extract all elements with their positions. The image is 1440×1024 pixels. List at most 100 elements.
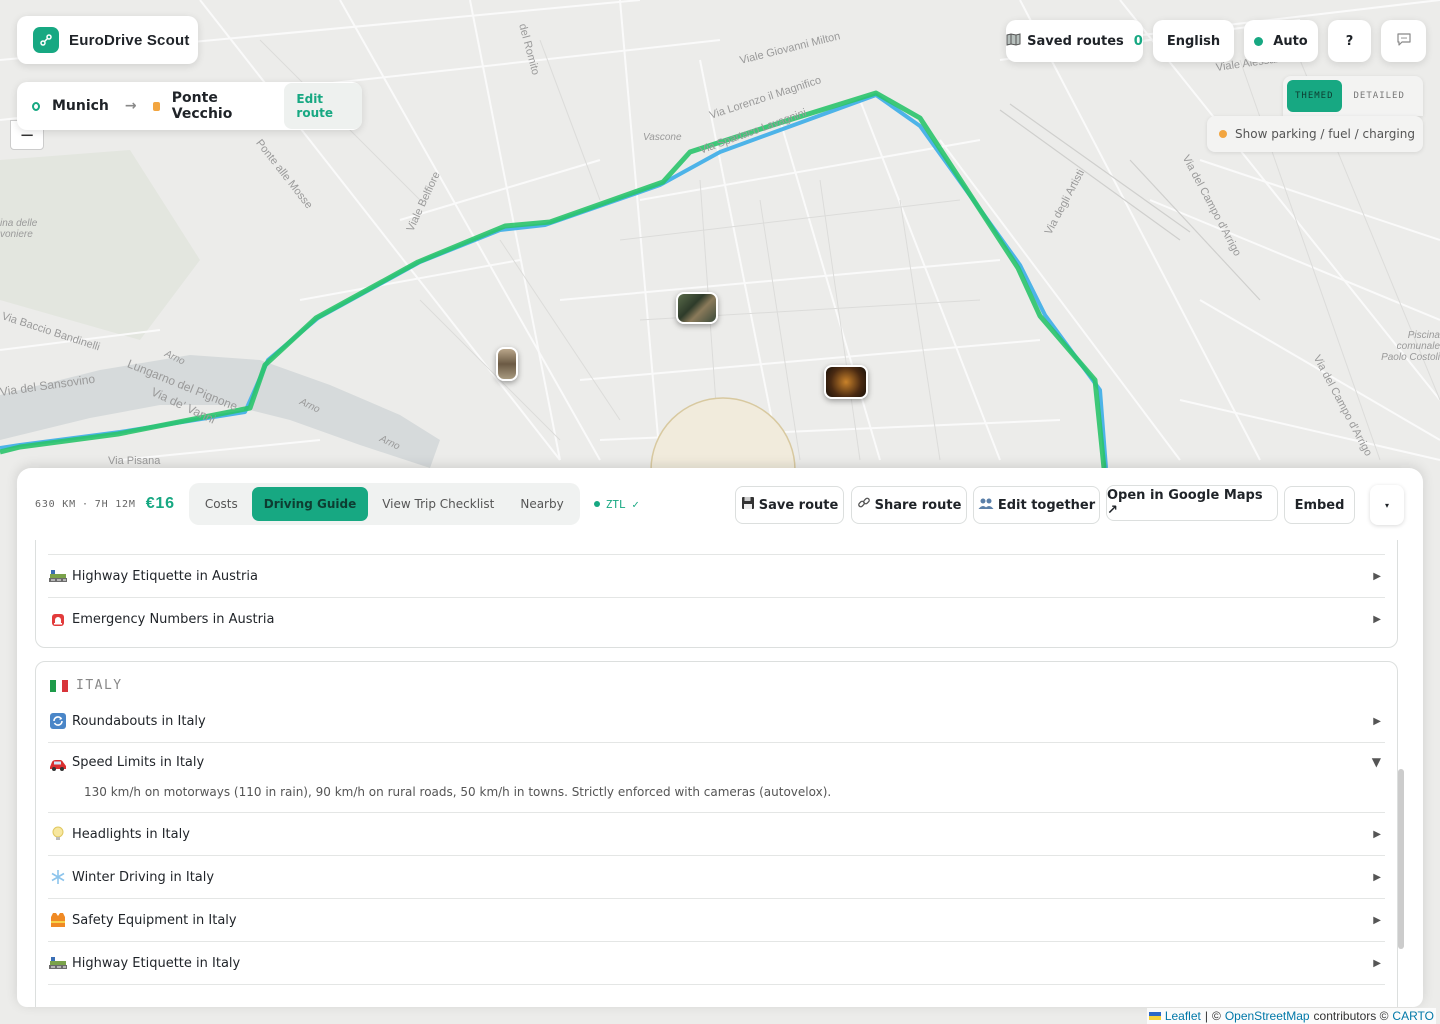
country-heading: ITALY [50,678,123,693]
tab-trip-checklist[interactable]: View Trip Checklist [370,487,506,521]
guide-row[interactable]: Headlights in Italy ▶ [48,813,1385,856]
leaflet-link[interactable]: Leaflet [1165,1009,1201,1023]
chevron-right-icon: ▶ [1373,715,1381,727]
guide-row[interactable]: Safety Equipment in Italy ▶ [48,899,1385,942]
chevron-right-icon: ▶ [1373,871,1381,883]
trip-cost: €16 [145,495,175,512]
ztl-status-dot [593,501,600,507]
attribution-separator: | [1204,1009,1208,1023]
panel-tabs: Costs Driving Guide View Trip Checklist … [188,483,580,525]
guide-row-label: Winter Driving in Italy [72,869,215,885]
guide-row[interactable]: Highway Etiquette in Italy ▶ [48,942,1385,985]
poi-photo-thumbnail[interactable] [496,347,518,381]
chevron-right-icon: ▶ [1373,614,1381,625]
saved-routes-label: Saved routes [1027,33,1124,49]
language-label: English [1166,33,1221,49]
share-route-label: Share route [874,497,962,513]
ztl-status[interactable]: ZTL ✓ [593,497,639,511]
street-label: Via Pisana [108,455,161,467]
open-google-maps-label: Open in Google Maps ↗ [1107,488,1263,518]
language-select[interactable]: English [1153,20,1234,62]
route-destination: Ponte Vecchio [171,90,233,122]
poi-photo-thumbnail[interactable] [676,292,718,324]
trip-duration: 7H 12M [94,498,136,510]
attribution-contributors: contributors © [1313,1009,1389,1023]
highway-icon [48,953,68,973]
panel-scrollbar[interactable] [1398,769,1404,949]
floppy-disk-icon [741,496,755,514]
guide-row-expanded[interactable]: Speed Limits in Italy ▼ 130 km/h on moto… [48,743,1385,813]
guide-row-label: Roundabouts in Italy [72,713,206,729]
feedback-button[interactable] [1381,20,1426,62]
safety-vest-icon [48,910,68,930]
theme-toggle[interactable]: Auto [1244,20,1318,62]
map-icon [1006,32,1021,50]
map-attribution: Leaflet | © OpenStreetMap contributors ©… [1146,1008,1436,1024]
theme-label: Auto [1273,33,1308,49]
app-title: EuroDrive Scout [69,31,190,49]
embed-button[interactable]: Embed [1284,486,1355,524]
ukraine-flag-icon [1148,1012,1161,1020]
users-icon [978,497,994,514]
help-button[interactable]: ? [1328,20,1371,62]
lightbulb-icon [48,824,68,844]
poi-layer-label: Show parking / fuel / charging [1235,127,1415,141]
guide-row-label: Headlights in Italy [72,826,190,842]
destination-marker-icon [152,101,160,111]
brand-header[interactable]: EuroDrive Scout [17,16,198,64]
chat-bubble-icon [1396,32,1412,50]
embed-label: Embed [1294,497,1345,513]
siren-icon [48,610,68,630]
trip-stats: 630 KM · 7H 12M €16 [35,495,175,513]
osm-link[interactable]: OpenStreetMap [1225,1009,1310,1023]
guide-row[interactable]: Emergency Numbers in Austria ▶ [48,598,1385,641]
poi-layer-toggle[interactable]: Show parking / fuel / charging [1207,116,1423,152]
guide-row-hidden [48,540,1385,555]
guide-row-label: Safety Equipment in Italy [72,912,237,928]
guide-row[interactable]: Winter Driving in Italy ▶ [48,856,1385,899]
guide-row-label: Speed Limits in Italy [72,755,205,770]
guide-row-label: Emergency Numbers in Austria [72,612,275,627]
map-style-toggle: THEMED DETAILED [1283,76,1423,116]
route-summary: Munich → Ponte Vecchio Edit route [17,82,362,130]
carto-link[interactable]: CARTO [1392,1009,1434,1023]
chevron-right-icon: ▶ [1373,957,1381,969]
street-label: Vascone [643,132,682,143]
stats-separator: · [81,498,89,510]
open-google-maps-button[interactable]: Open in Google Maps ↗ [1106,485,1278,521]
tab-nearby[interactable]: Nearby [508,487,575,521]
chevron-down-icon: ▾ [1384,500,1389,510]
saved-routes-button[interactable]: Saved routes 0 [1006,20,1143,62]
link-icon [857,496,871,514]
share-route-button[interactable]: Share route [851,486,967,524]
save-route-label: Save route [758,497,839,513]
edit-together-label: Edit together [997,497,1096,513]
guide-row[interactable]: Highway Etiquette in Austria ▶ [48,555,1385,598]
poi-label: Piscina comunale Paolo Costoli [1381,330,1440,363]
guide-row-label: Highway Etiquette in Italy [72,955,241,971]
guide-row[interactable]: Roundabouts in Italy ▶ [48,700,1385,743]
origin-marker-icon [32,101,40,111]
tab-costs[interactable]: Costs [193,487,250,521]
save-route-button[interactable]: Save route [735,486,844,524]
attribution-copyright: © [1211,1009,1221,1023]
view-mode-detailed[interactable]: DETAILED [1346,80,1413,112]
country-card-italy: ITALY Roundabouts in Italy ▶ Speed Limit… [35,661,1398,1007]
highway-icon [48,566,68,586]
country-title: ITALY [76,678,123,693]
chevron-right-icon: ▶ [1373,914,1381,926]
poi-photo-thumbnail[interactable] [824,365,868,399]
more-actions-button[interactable]: ▾ [1370,485,1404,525]
view-mode-themed[interactable]: THEMED [1287,80,1342,112]
edit-route-button[interactable]: Edit route [284,83,362,129]
guide-row-detail: 130 km/h on motorways (110 in rain), 90 … [84,785,832,799]
route-icon [33,27,59,53]
edit-together-button[interactable]: Edit together [973,486,1100,524]
ztl-label: ZTL ✓ [605,497,639,511]
driving-guide-list[interactable]: Highway Etiquette in Austria ▶ Emergency… [17,540,1423,1007]
tab-driving-guide[interactable]: Driving Guide [251,487,369,521]
car-icon [48,755,68,775]
arrow-right-icon: → [124,98,137,114]
route-origin: Munich [51,98,109,114]
trip-distance: 630 KM [35,498,76,510]
